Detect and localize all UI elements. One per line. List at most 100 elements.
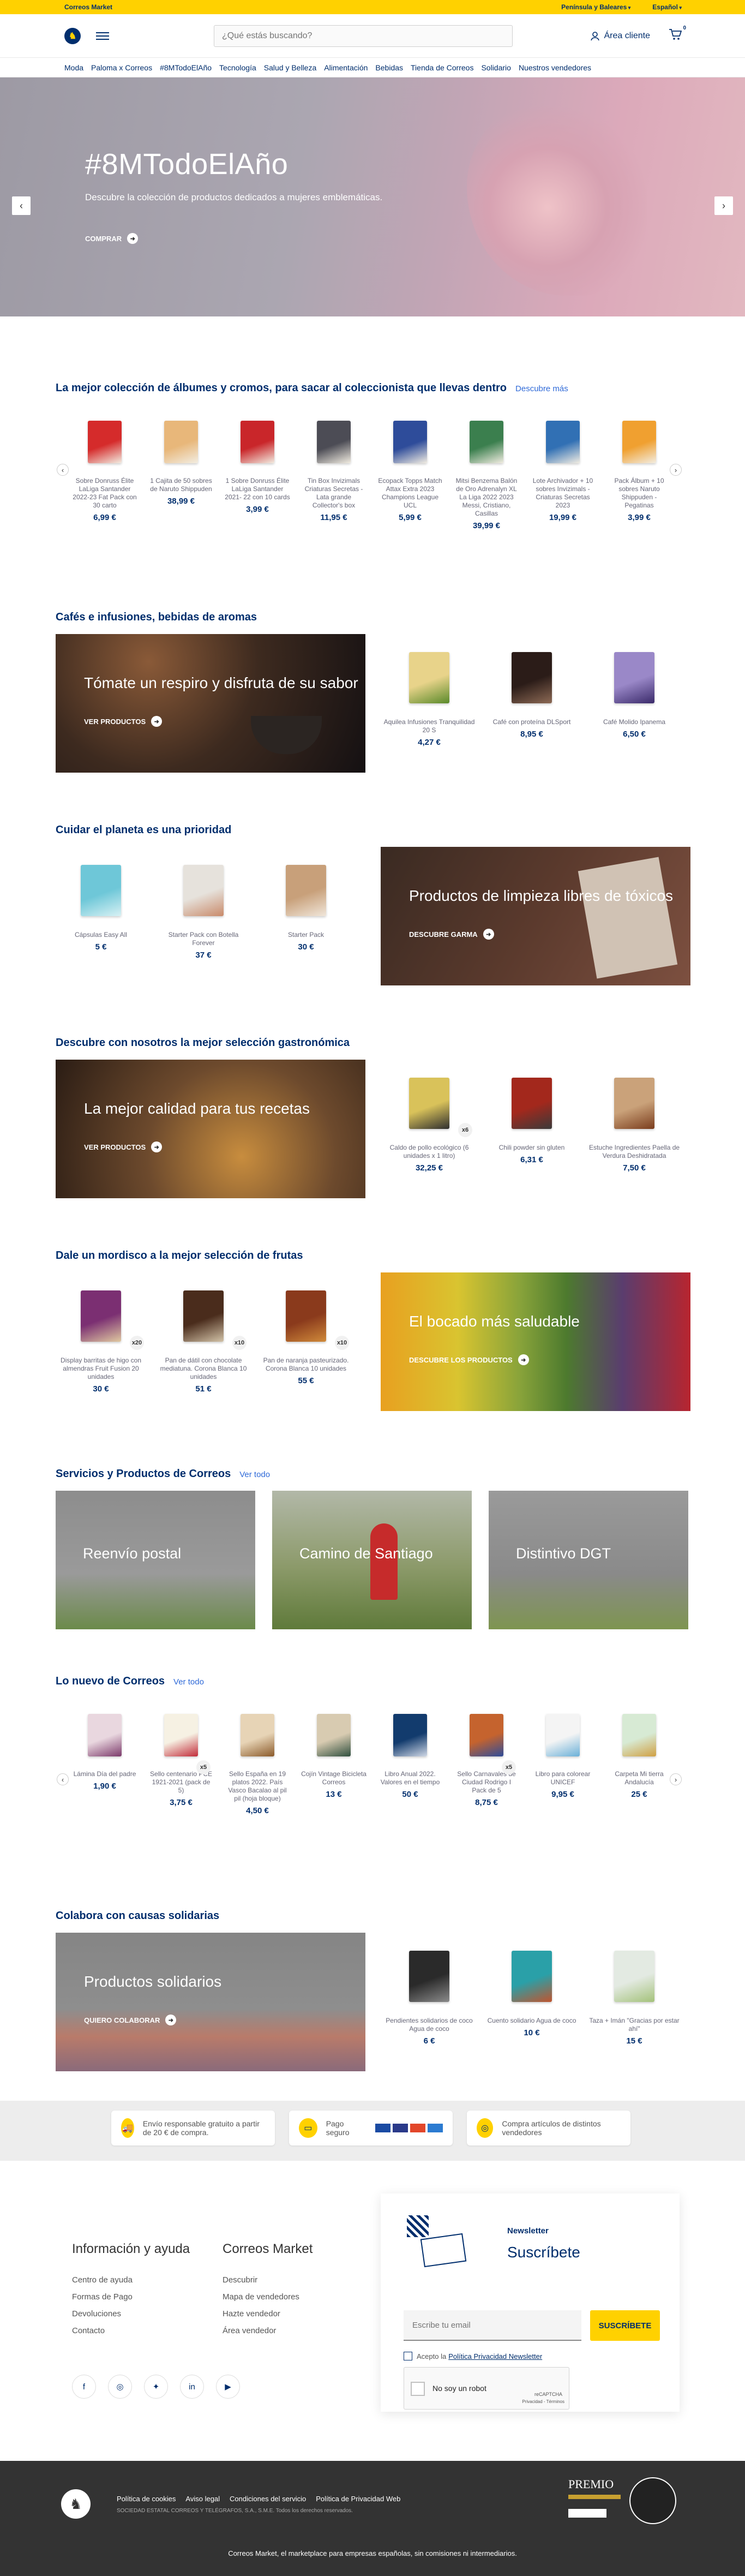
product-card[interactable]: Pendientes solidarios de coco Agua de co… — [383, 1944, 476, 2046]
product-image[interactable] — [499, 1944, 564, 2009]
cart-button[interactable]: 0 — [669, 25, 686, 44]
language-selector[interactable]: Español — [652, 3, 682, 11]
product-card[interactable]: Estuche Ingredientes Paella de Verdura D… — [588, 1071, 681, 1173]
product-card[interactable]: Sello España en 19 platos 2022. País Vas… — [225, 1708, 290, 1815]
footer-link[interactable]: Mapa de vendedores — [223, 2292, 313, 2302]
product-image[interactable] — [612, 415, 666, 469]
product-card[interactable]: 1 Sobre Donruss Élite LaLiga Santander 2… — [225, 415, 290, 530]
product-card[interactable]: x10 Pan de naranja pasteurizado. Corona B… — [260, 1283, 352, 1385]
nav-item[interactable]: Tecnología — [219, 63, 256, 72]
product-name[interactable]: Ecopack Topps Match Attax Extra 2023 Cha… — [377, 477, 443, 510]
product-card[interactable]: x5 Sello centenario PCE 1921-2021 (pack d… — [148, 1708, 214, 1815]
nav-item[interactable]: Solidario — [481, 63, 510, 72]
product-name[interactable]: Libro para colorear UNICEF — [530, 1770, 596, 1786]
product-name[interactable]: Lote Archivador + 10 sobres Invizimals -… — [530, 477, 596, 510]
product-name[interactable]: Pan de naranja pasteurizado. Corona Blan… — [260, 1356, 352, 1373]
linkedin-icon[interactable]: in — [180, 2375, 204, 2399]
correos-logo-icon[interactable]: ♞ — [64, 27, 81, 44]
product-name[interactable]: Pack Álbum + 10 sobres Naruto Shippuden … — [606, 477, 672, 510]
product-card[interactable]: Café con proteína DLSport 8,95 € — [485, 645, 578, 739]
product-card[interactable]: x6 Caldo de pollo ecológico (6 unidades x… — [383, 1071, 476, 1173]
product-image[interactable] — [154, 1708, 208, 1762]
fruit-banner[interactable]: El bocado más saludable DESCUBRE LOS PRO… — [381, 1272, 690, 1411]
product-card[interactable]: Taza + Imán "Gracias por estar ahí" 15 € — [588, 1944, 681, 2046]
legal-link[interactable]: Aviso legal — [185, 2495, 220, 2503]
product-name[interactable]: Cápsulas Easy All — [55, 931, 147, 939]
product-name[interactable]: Taza + Imán "Gracias por estar ahí" — [588, 2017, 681, 2033]
nav-item[interactable]: Paloma x Correos — [91, 63, 152, 72]
product-image[interactable] — [612, 1708, 666, 1762]
solidarity-banner[interactable]: Productos solidarios QUIERO COLABORAR ➜ — [56, 1933, 365, 2071]
see-all-link[interactable]: Ver todo — [173, 1677, 204, 1687]
service-card-dgt[interactable]: Distintivo DGT — [489, 1491, 688, 1629]
footer-link[interactable]: Devoluciones — [72, 2309, 190, 2318]
product-image[interactable] — [396, 1944, 462, 2009]
product-card[interactable]: Tin Box Invizimals Criaturas Secretas - … — [301, 415, 367, 530]
product-name[interactable]: Starter Pack con Botella Forever — [157, 931, 250, 947]
product-image[interactable] — [171, 1283, 236, 1349]
product-name[interactable]: Estuche Ingredientes Paella de Verdura D… — [588, 1144, 681, 1160]
product-name[interactable]: Chili powder sin gluten — [485, 1144, 578, 1152]
facebook-icon[interactable]: f — [72, 2375, 96, 2399]
product-card[interactable]: Mitsi Benzema Balón de Oro Adrenalyn XL … — [454, 415, 519, 530]
privacy-link[interactable]: Política Privacidad Newsletter — [448, 2352, 542, 2360]
product-card[interactable]: Starter Pack 30 € — [260, 858, 352, 952]
banner-cta[interactable]: VER PRODUCTOS ➜ — [84, 1141, 163, 1152]
gastro-banner[interactable]: La mejor calidad para tus recetas VER PR… — [56, 1060, 365, 1198]
footer-link[interactable]: Centro de ayuda — [72, 2275, 190, 2285]
product-card[interactable]: Libro Anual 2022. Valores en el tiempo 50… — [377, 1708, 443, 1815]
search-box[interactable] — [214, 25, 513, 47]
product-image[interactable] — [383, 1708, 437, 1762]
newsletter-email-input[interactable] — [404, 2310, 581, 2341]
product-card[interactable]: x5 Sello Carnavales de Ciudad Rodrigo I P… — [454, 1708, 519, 1815]
see-more-link[interactable]: Descubre más — [515, 384, 568, 393]
product-name[interactable]: 1 Cajita de 50 sobres de Naruto Shippude… — [148, 477, 214, 493]
recaptcha-checkbox[interactable] — [411, 2382, 425, 2396]
product-image[interactable] — [602, 1944, 667, 2009]
planet-banner[interactable]: Productos de limpieza libres de tóxicos … — [381, 847, 690, 985]
product-card[interactable]: x10 Pan de dátil con chocolate mediatuna.… — [157, 1283, 250, 1394]
product-card[interactable]: 1 Cajita de 50 sobres de Naruto Shippude… — [148, 415, 214, 530]
privacy-checkbox[interactable] — [404, 2352, 412, 2360]
service-card-reenvio[interactable]: Reenvío postal — [56, 1491, 255, 1629]
product-image[interactable] — [154, 415, 208, 469]
product-name[interactable]: Sello España en 19 platos 2022. País Vas… — [225, 1770, 290, 1803]
product-image[interactable] — [307, 1708, 361, 1762]
product-card[interactable]: Starter Pack con Botella Forever 37 € — [157, 858, 250, 960]
product-card[interactable]: Aquilea Infusiones Tranquilidad 20 S 4,27… — [383, 645, 476, 747]
legal-link[interactable]: Política de Privacidad Web — [316, 2495, 400, 2503]
banner-cta[interactable]: VER PRODUCTOS ➜ — [84, 716, 163, 727]
banner-cta[interactable]: DESCUBRE GARMA ➜ — [409, 929, 494, 940]
nav-item[interactable]: Salud y Belleza — [264, 63, 317, 72]
product-card[interactable]: Cuento solidario Agua de coco 10 € — [485, 1944, 578, 2037]
product-image[interactable] — [396, 1071, 462, 1136]
see-all-link[interactable]: Ver todo — [239, 1470, 270, 1479]
search-input[interactable] — [222, 31, 504, 41]
footer-link[interactable]: Área vendedor — [223, 2326, 313, 2335]
product-name[interactable]: Caldo de pollo ecológico (6 unidades x 1… — [383, 1144, 476, 1160]
product-image[interactable] — [171, 858, 236, 923]
product-card[interactable]: Pack Álbum + 10 sobres Naruto Shippuden … — [606, 415, 672, 530]
menu-icon[interactable] — [95, 31, 110, 41]
hero-prev-button[interactable]: ‹ — [12, 196, 31, 215]
product-image[interactable] — [273, 858, 339, 923]
product-name[interactable]: Libro Anual 2022. Valores en el tiempo — [377, 1770, 443, 1786]
instagram-icon[interactable]: ◎ — [108, 2375, 132, 2399]
account-link[interactable]: Área cliente — [590, 31, 650, 41]
product-name[interactable]: Mitsi Benzema Balón de Oro Adrenalyn XL … — [454, 477, 519, 518]
product-name[interactable]: Sobre Donruss Élite LaLiga Santander 202… — [72, 477, 137, 510]
product-card[interactable]: Lote Archivador + 10 sobres Invizimals -… — [530, 415, 596, 530]
product-image[interactable] — [602, 645, 667, 710]
product-card[interactable]: Lámina Día del padre 1,90 € — [72, 1708, 137, 1815]
product-image[interactable] — [230, 1708, 285, 1762]
product-name[interactable]: Carpeta Mi tierra Andalucía — [606, 1770, 672, 1786]
legal-link[interactable]: Condiciones del servicio — [230, 2495, 306, 2503]
footer-link[interactable]: Formas de Pago — [72, 2292, 190, 2302]
product-image[interactable] — [396, 645, 462, 710]
hero-cta[interactable]: COMPRAR ➜ — [85, 233, 139, 244]
product-image[interactable] — [459, 415, 514, 469]
product-name[interactable]: Pendientes solidarios de coco Agua de co… — [383, 2017, 476, 2033]
product-card[interactable]: x20 Display barritas de higo con almendra… — [55, 1283, 147, 1394]
product-name[interactable]: Cojín Vintage Bicicleta Correos — [301, 1770, 367, 1786]
product-image[interactable] — [499, 1071, 564, 1136]
